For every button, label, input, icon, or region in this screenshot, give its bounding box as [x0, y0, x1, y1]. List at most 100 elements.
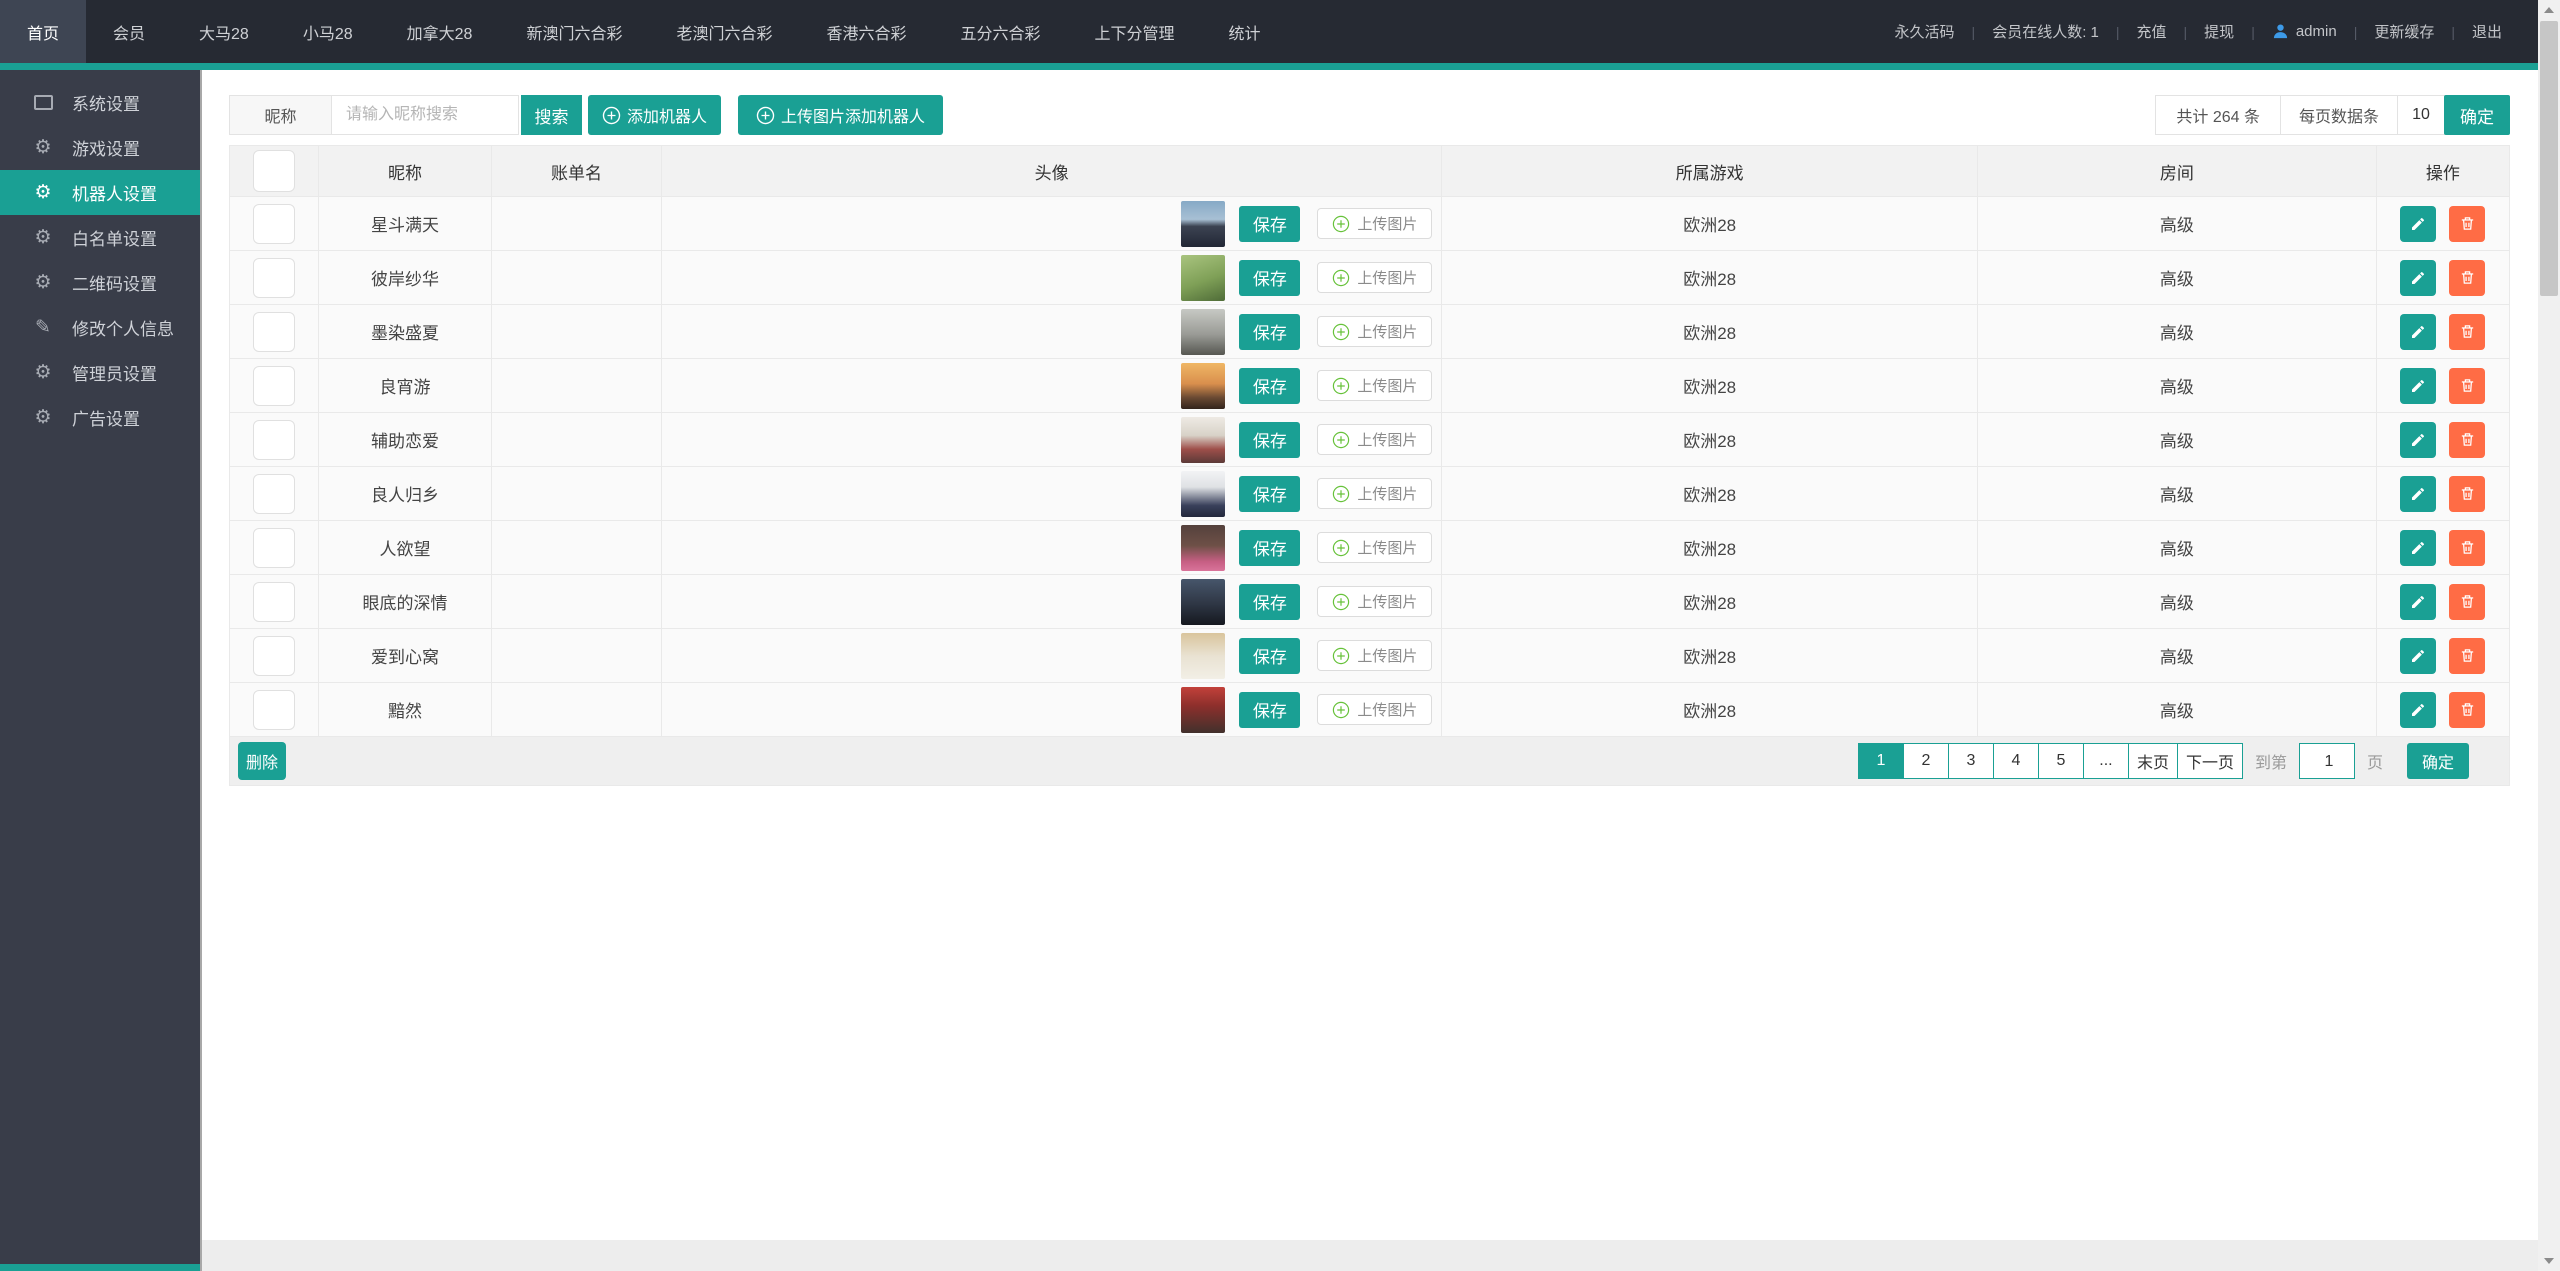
page-button-4[interactable]: 4 [1992, 743, 2039, 779]
page-ellipsis[interactable]: ... [2082, 743, 2129, 779]
delete-button[interactable] [2449, 313, 2486, 350]
edit-button[interactable] [2400, 475, 2437, 512]
row-checkbox[interactable] [252, 635, 295, 676]
sidebar-item-admin-settings[interactable]: ⚙ 管理员设置 [0, 350, 200, 395]
edit-button[interactable] [2400, 691, 2437, 728]
row-checkbox[interactable] [252, 419, 295, 460]
per-page-confirm-button[interactable]: 确定 [2444, 95, 2510, 135]
delete-button[interactable] [2449, 691, 2486, 728]
upload-add-robot-button[interactable]: 上传图片添加机器人 [738, 95, 944, 135]
row-checkbox[interactable] [252, 311, 295, 352]
sidebar-item-system-settings[interactable]: 系统设置 [0, 80, 200, 125]
sidebar-item-game-settings[interactable]: ⚙ 游戏设置 [0, 125, 200, 170]
nickname-search-input[interactable] [344, 105, 506, 125]
upload-image-button[interactable]: 上传图片 [1317, 424, 1433, 455]
delete-button[interactable] [2449, 637, 2486, 674]
scroll-down-arrow[interactable] [2538, 1251, 2560, 1271]
withdraw-link[interactable]: 提现 [2204, 21, 2234, 42]
edit-button[interactable] [2400, 367, 2437, 404]
delete-button[interactable] [2449, 583, 2486, 620]
scrollbar-thumb[interactable] [2540, 21, 2558, 296]
upload-image-button[interactable]: 上传图片 [1317, 532, 1433, 563]
page-button-3[interactable]: 3 [1947, 743, 1994, 779]
row-checkbox[interactable] [252, 689, 295, 730]
save-button[interactable]: 保存 [1239, 475, 1301, 512]
next-page-button[interactable]: 下一页 [2176, 743, 2243, 779]
row-checkbox[interactable] [252, 365, 295, 406]
row-checkbox[interactable] [252, 581, 295, 622]
delete-button[interactable] [2449, 475, 2486, 512]
delete-button[interactable] [2449, 529, 2486, 566]
nav-tab-statistics[interactable]: 统计 [1202, 0, 1288, 63]
row-checkbox[interactable] [252, 257, 295, 298]
save-button[interactable]: 保存 [1239, 637, 1301, 674]
nav-tab-score-management[interactable]: 上下分管理 [1068, 0, 1202, 63]
recharge-link[interactable]: 充值 [2137, 21, 2167, 42]
delete-button[interactable] [2449, 421, 2486, 458]
edit-button[interactable] [2400, 421, 2437, 458]
upload-image-button[interactable]: 上传图片 [1317, 208, 1433, 239]
save-button[interactable]: 保存 [1239, 691, 1301, 728]
upload-image-button[interactable]: 上传图片 [1317, 370, 1433, 401]
nav-tab-lao-aomen-lottery[interactable]: 老澳门六合彩 [649, 0, 799, 63]
nav-tab-dama28[interactable]: 大马28 [172, 0, 276, 63]
refresh-cache-link[interactable]: 更新缓存 [2374, 21, 2434, 42]
edit-button[interactable] [2400, 583, 2437, 620]
save-button[interactable]: 保存 [1239, 367, 1301, 404]
sidebar-item-whitelist-settings[interactable]: ⚙ 白名单设置 [0, 215, 200, 260]
row-checkbox[interactable] [252, 527, 295, 568]
sidebar-item-ad-settings[interactable]: ⚙ 广告设置 [0, 395, 200, 440]
sidebar-item-qrcode-settings[interactable]: ⚙ 二维码设置 [0, 260, 200, 305]
nav-tab-member[interactable]: 会员 [86, 0, 172, 63]
page-button-2[interactable]: 2 [1902, 743, 1949, 779]
row-checkbox[interactable] [252, 203, 295, 244]
sidebar-item-robot-settings[interactable]: ⚙ 机器人设置 [0, 170, 200, 215]
row-checkbox[interactable] [252, 473, 295, 514]
nav-tab-wufen-lottery[interactable]: 五分六合彩 [934, 0, 1068, 63]
upload-image-button[interactable]: 上传图片 [1317, 478, 1433, 509]
logout-link[interactable]: 退出 [2472, 21, 2502, 42]
save-button[interactable]: 保存 [1239, 583, 1301, 620]
save-button[interactable]: 保存 [1239, 313, 1301, 350]
last-page-button[interactable]: 末页 [2127, 743, 2178, 779]
upload-image-button[interactable]: 上传图片 [1317, 316, 1433, 347]
edit-button[interactable] [2400, 529, 2437, 566]
edit-button[interactable] [2400, 205, 2437, 242]
save-button[interactable]: 保存 [1239, 529, 1301, 566]
upload-image-button[interactable]: 上传图片 [1317, 262, 1433, 293]
admin-user-menu[interactable]: admin [2272, 23, 2337, 40]
nav-tab-xiaoma28[interactable]: 小马28 [276, 0, 380, 63]
goto-page-input[interactable] [2299, 744, 2358, 780]
batch-delete-button[interactable]: 删除 [238, 742, 286, 780]
sidebar-item-edit-profile[interactable]: ✎ 修改个人信息 [0, 305, 200, 350]
search-button[interactable]: 搜索 [521, 95, 582, 135]
scroll-up-arrow[interactable] [2538, 0, 2560, 20]
delete-button[interactable] [2449, 367, 2486, 404]
nav-tab-hongkong-lottery[interactable]: 香港六合彩 [800, 0, 934, 63]
add-robot-button[interactable]: 添加机器人 [588, 95, 722, 135]
save-button[interactable]: 保存 [1239, 421, 1301, 458]
upload-image-button[interactable]: 上传图片 [1317, 640, 1433, 671]
vertical-scrollbar[interactable] [2538, 0, 2560, 1271]
nav-tab-home[interactable]: 首页 [0, 0, 87, 63]
pencil-icon: ✎ [35, 317, 51, 338]
edit-button[interactable] [2400, 637, 2437, 674]
header-actions: 操作 [2425, 163, 2460, 183]
nav-tab-xin-aomen-lottery[interactable]: 新澳门六合彩 [499, 0, 649, 63]
save-button[interactable]: 保存 [1239, 259, 1301, 296]
upload-image-button[interactable]: 上传图片 [1317, 586, 1433, 617]
nav-tab-jianada28[interactable]: 加拿大28 [380, 0, 500, 63]
delete-button[interactable] [2449, 205, 2486, 242]
edit-button[interactable] [2400, 259, 2437, 296]
table-row: 人欲望 保存 上传图片 欧洲28 高级 [230, 521, 2509, 575]
page-button-5[interactable]: 5 [2037, 743, 2084, 779]
goto-confirm-button[interactable]: 确定 [2407, 743, 2469, 779]
upload-image-button[interactable]: 上传图片 [1317, 694, 1433, 725]
save-button[interactable]: 保存 [1239, 205, 1301, 242]
per-page-input[interactable] [2398, 105, 2444, 125]
delete-button[interactable] [2449, 259, 2486, 296]
select-all-checkbox[interactable] [252, 150, 295, 192]
permanent-code-link[interactable]: 永久活码 [1895, 21, 1955, 42]
edit-button[interactable] [2400, 313, 2437, 350]
page-button-1[interactable]: 1 [1857, 743, 1904, 779]
